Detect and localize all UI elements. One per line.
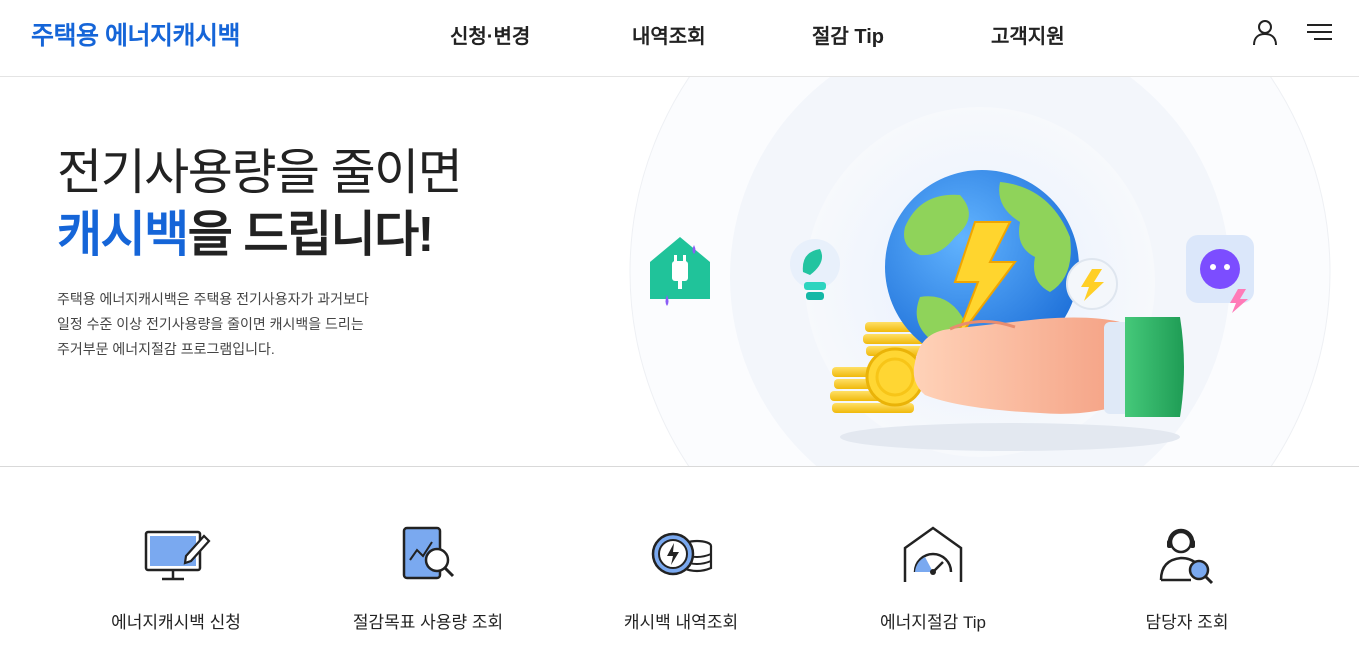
agent-search-icon <box>1159 528 1214 585</box>
quick-menu: 에너지캐시백 신청 절감목표 사용량 조회 캐시백 내역조회 에너지절감 Tip… <box>0 468 1359 665</box>
quick-label: 에너지절감 Tip <box>880 613 986 632</box>
hero-headline: 전기사용량을 줄이면 캐시백을 드립니다! <box>57 142 463 266</box>
hamburger-menu-icon[interactable] <box>1305 18 1333 46</box>
quick-label: 캐시백 내역조회 <box>623 613 739 632</box>
user-icon[interactable] <box>1251 18 1279 46</box>
hero-description-line: 일정 수준 이상 전기사용량을 줄이면 캐시백을 드리는 <box>57 316 364 332</box>
hand-illustration <box>913 317 1184 417</box>
quick-energy-tip[interactable]: 에너지절감 Tip <box>823 524 1043 633</box>
headline-line2: 캐시백을 드립니다! <box>57 204 461 266</box>
nav-support[interactable]: 고객지원 <box>991 20 1065 49</box>
quick-label: 에너지캐시백 신청 <box>111 613 241 632</box>
headline-line1: 전기사용량을 줄이면 <box>57 146 463 200</box>
hero-description-line: 주택용 에너지캐시백은 주택용 전기사용자가 과거보다 <box>57 291 369 307</box>
nav-saving-tip[interactable]: 절감 Tip <box>812 20 884 49</box>
site-header: 주택용 에너지캐시백 신청·변경 내역조회 절감 Tip 고객지원 <box>0 0 1359 77</box>
house-gauge-icon <box>903 526 963 582</box>
hero-description: 주택용 에너지캐시백은 주택용 전기사용자가 과거보다 일정 수준 이상 전기사… <box>57 287 369 362</box>
quick-find-agent[interactable]: 담당자 조회 <box>1077 524 1297 633</box>
quick-label: 절감목표 사용량 조회 <box>352 613 504 632</box>
quick-cashback-history[interactable]: 캐시백 내역조회 <box>571 524 791 633</box>
document-chart-search-icon <box>402 526 455 580</box>
nav-apply-change[interactable]: 신청·변경 <box>450 20 530 49</box>
power-outlet-icon <box>1186 235 1254 313</box>
lightning-coins-icon <box>651 532 713 576</box>
hero-illustration <box>629 77 1331 466</box>
quick-target-usage[interactable]: 절감목표 사용량 조회 <box>318 524 538 633</box>
nav-history[interactable]: 내역조회 <box>632 20 706 49</box>
headline-line2-rest: 을 드립니다! <box>187 208 434 262</box>
main-nav: 신청·변경 내역조회 절감 Tip 고객지원 <box>0 20 1359 49</box>
headline-accent: 캐시백 <box>57 208 189 262</box>
lightning-bubble-icon <box>1066 258 1118 310</box>
quick-label: 담당자 조회 <box>1145 613 1229 632</box>
monitor-pen-icon <box>144 530 211 581</box>
hero-section: 전기사용량을 줄이면 캐시백을 드립니다! 주택용 에너지캐시백은 주택용 전기… <box>0 77 1359 467</box>
hero-description-line: 주거부문 에너지절감 프로그램입니다. <box>57 341 275 357</box>
quick-apply-cashback[interactable]: 에너지캐시백 신청 <box>66 524 286 633</box>
